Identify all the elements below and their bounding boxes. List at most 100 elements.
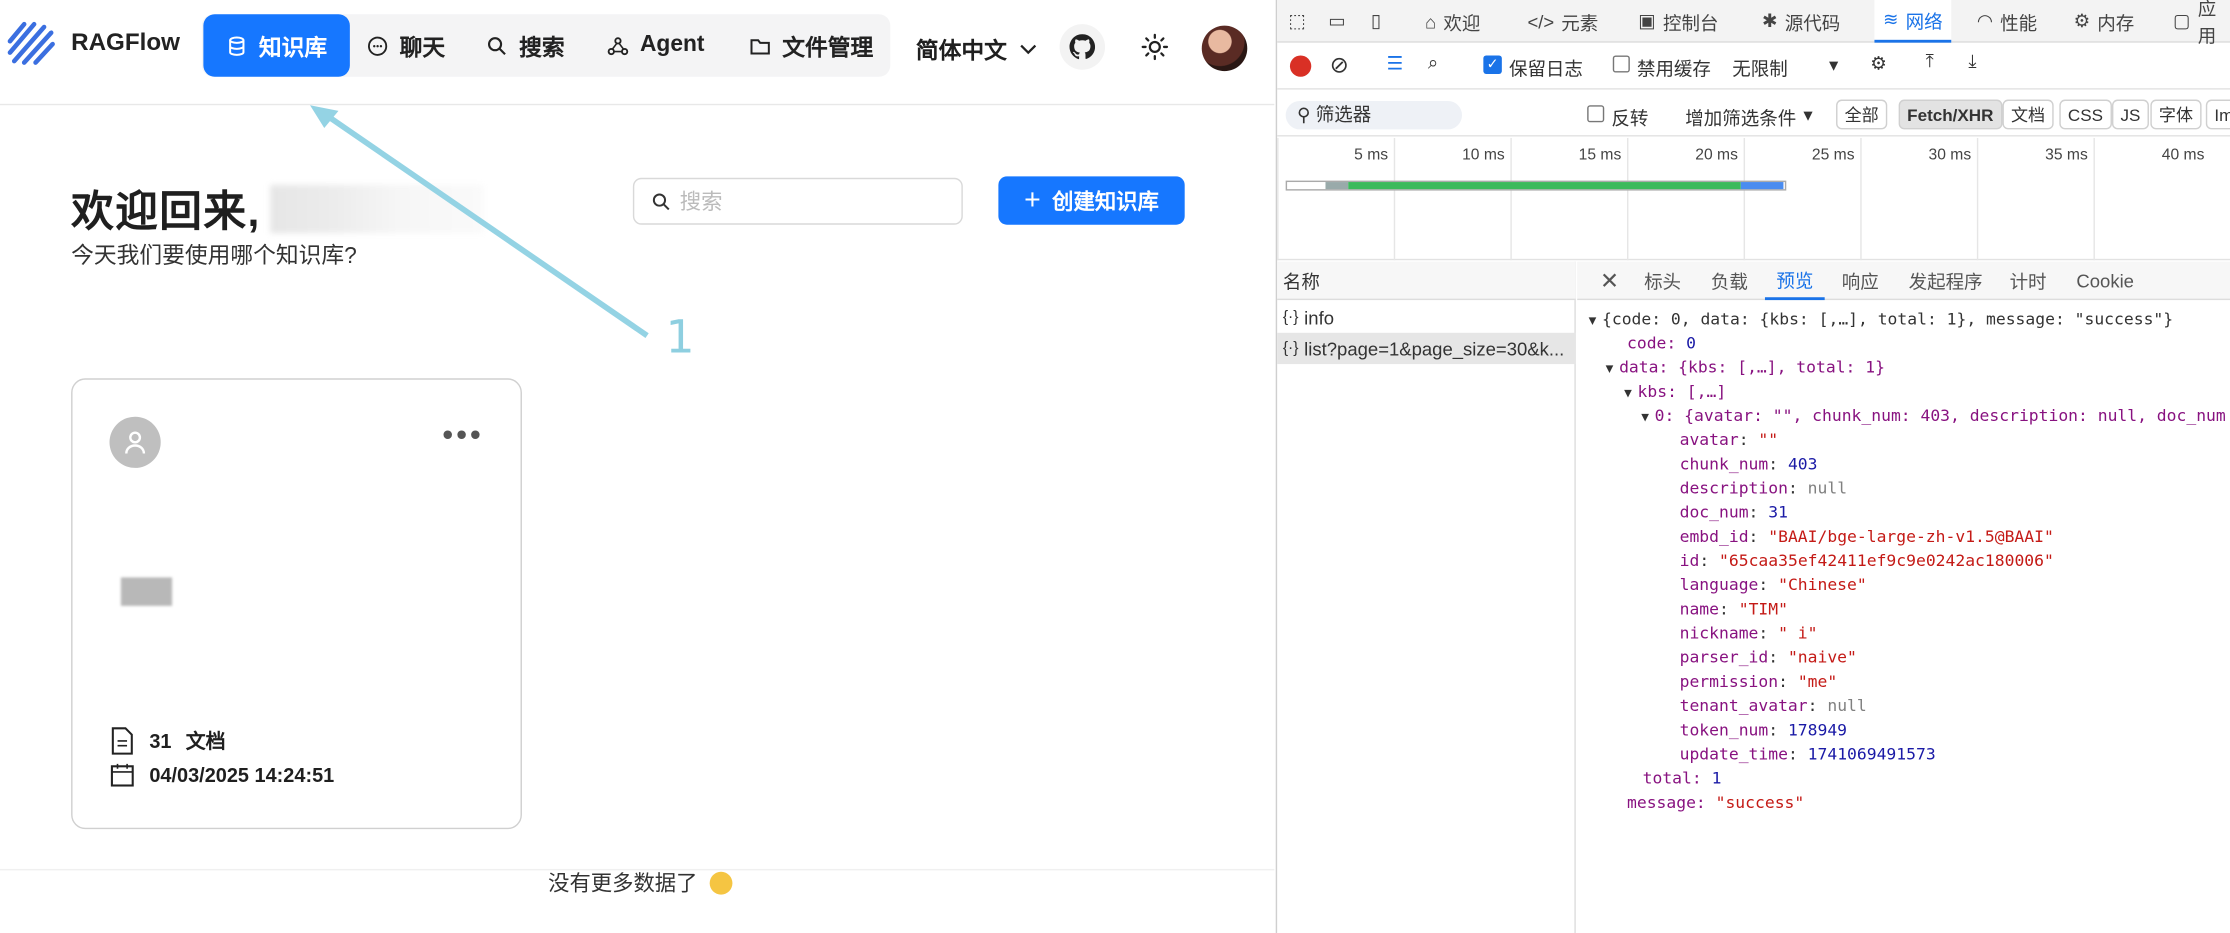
xhr-icon: {·} <box>1282 308 1299 326</box>
chip-font[interactable]: 字体 <box>2150 99 2202 130</box>
tab-sources[interactable]: ✱ 源代码 <box>1762 0 1840 43</box>
tab-console[interactable]: ▣ 控制台 <box>1638 0 1718 43</box>
throttle-select[interactable]: 无限制 <box>1732 54 1787 81</box>
json-field-update-time: update_time: 1741069491573 <box>1679 743 1936 764</box>
tab-headers[interactable]: 标头 <box>1644 262 1681 300</box>
json-code-line: code: 0 <box>1626 332 1696 353</box>
chevron-down-icon: ▾ <box>1803 103 1813 126</box>
timeline-tick: 20 ms <box>1626 137 1744 261</box>
preserve-log-label: 保留日志 <box>1508 58 1583 80</box>
tab-elements[interactable]: </> 元素 <box>1527 0 1598 43</box>
name-column-header: 名称 <box>1277 261 1576 301</box>
dock-icon[interactable]: ▯ <box>1371 0 1381 43</box>
chip-js[interactable]: JS <box>2111 99 2149 130</box>
tab-response[interactable]: 响应 <box>1842 262 1879 300</box>
code-icon: </> <box>1527 10 1555 32</box>
json-item-0-line[interactable]: ▼ 0: {avatar: "", chunk_num: 403, descrip… <box>1641 404 2226 428</box>
filter-bar: ⚲ 筛选器 反转 增加筛选条件 ▾ 全部 Fetch/XHR 文档 CSS JS… <box>1277 91 2230 137</box>
chip-img[interactable]: Im <box>2205 99 2230 130</box>
clear-icon[interactable]: ⊘ <box>1330 51 1349 79</box>
json-field-doc-num: doc_num: 31 <box>1679 502 1788 522</box>
annotation-1: 1 <box>665 310 695 365</box>
chip-all[interactable]: 全部 <box>1836 99 1888 130</box>
tab-label: 源代码 <box>1784 12 1841 34</box>
json-total-line: total: 1 <box>1642 767 1722 788</box>
tab-label: 控制台 <box>1662 12 1719 34</box>
tab-label: 应用 <box>2197 0 2217 47</box>
json-field-language: language: "Chinese" <box>1679 574 1867 595</box>
chip-doc[interactable]: 文档 <box>2002 99 2054 130</box>
json-field-embd-id: embd_id: "BAAI/bge-large-zh-v1.5@BAAI" <box>1679 526 2054 547</box>
request-bar-waiting <box>1325 182 1349 190</box>
detail-tabs: ✕ 标头 负载 预览 响应 发起程序 计时 Cookie <box>1577 261 2230 301</box>
tab-label: 网络 <box>1905 10 1943 32</box>
json-field-description: description: null <box>1679 477 1848 498</box>
request-name: info <box>1304 306 1335 328</box>
tab-welcome[interactable]: ⌂ 欢迎 <box>1425 0 1480 43</box>
disable-cache-label: 禁用缓存 <box>1636 58 1711 80</box>
tab-label: 元素 <box>1561 12 1599 34</box>
filter-toggle-icon[interactable]: ☰ <box>1387 53 1404 76</box>
tab-label: 性能 <box>2000 12 2038 34</box>
tab-performance[interactable]: ◠ 性能 <box>1977 0 2037 43</box>
wifi-icon: ≋ <box>1882 8 1899 30</box>
device-toggle-icon[interactable]: ▭ <box>1328 0 1345 43</box>
request-name: list?page=1&page_size=30&k... <box>1304 337 1565 360</box>
chip-css[interactable]: CSS <box>2059 99 2112 130</box>
upload-icon[interactable]: ⤒ <box>1926 50 1934 73</box>
timeline-tick: 25 ms <box>1743 137 1861 261</box>
filter-icon: ⚲ <box>1297 103 1316 126</box>
tab-initiator[interactable]: 发起程序 <box>1909 262 1983 300</box>
tab-timing[interactable]: 计时 <box>2010 262 2047 300</box>
tab-label: 欢迎 <box>1443 12 1481 34</box>
xhr-icon: {·} <box>1282 339 1299 357</box>
home-icon: ⌂ <box>1425 10 1437 32</box>
filter-input[interactable]: ⚲ 筛选器 <box>1285 100 1463 130</box>
request-row-selected[interactable]: {·} list?page=1&page_size=30&k... <box>1277 332 1576 365</box>
record-icon[interactable] <box>1289 55 1312 77</box>
timeline-tick: 35 ms <box>1976 137 2094 261</box>
preserve-log-checkbox[interactable]: ✓ <box>1483 55 1502 74</box>
gauge-icon: ◠ <box>1976 9 1993 32</box>
network-conditions-icon[interactable]: ⚙ <box>1870 53 1887 76</box>
tab-cookies[interactable]: Cookie <box>2076 262 2134 300</box>
json-field-id: id: "65caa35ef42411ef9c9e0242ac180006" <box>1679 550 2054 571</box>
request-bar-download <box>1740 182 1784 190</box>
console-icon: ▣ <box>1638 9 1656 32</box>
json-field-chunk-num: chunk_num: 403 <box>1679 453 1818 474</box>
timeline-tick: 30 ms <box>1860 137 1977 261</box>
search-icon[interactable]: ⌕ <box>1428 51 1438 74</box>
json-field-name: name: "TIM" <box>1679 598 1788 619</box>
tab-preview[interactable]: 预览 <box>1764 262 1825 301</box>
close-icon[interactable]: ✕ <box>1600 262 1619 300</box>
tab-network[interactable]: ≋ 网络 <box>1874 0 1952 43</box>
more-filters-dropdown[interactable]: 增加筛选条件 <box>1685 104 1796 131</box>
timeline-tick: 15 ms <box>1510 137 1627 261</box>
json-field-permission: permission: "me" <box>1679 671 1838 692</box>
timeline-tick: 5 ms <box>1277 137 1394 261</box>
json-field-parser-id: parser_id: "naive" <box>1679 647 1857 668</box>
app-icon: ▢ <box>2173 9 2191 32</box>
download-icon[interactable]: ⤓ <box>1968 50 1976 73</box>
chip-icon: ⚙ <box>2073 9 2091 32</box>
json-kbs-line[interactable]: ▼ kbs: [,…] <box>1624 380 1726 404</box>
tab-label: 内存 <box>2097 12 2135 34</box>
request-list: 名称 {·} info {·} list?page=1&page_size=30&k… <box>1277 261 1576 933</box>
json-field-nickname: nickname: " i" <box>1679 622 1818 643</box>
json-message-line: message: "success" <box>1626 792 1805 813</box>
json-field-token-num: token_num: 178949 <box>1679 719 1848 740</box>
tab-payload[interactable]: 负载 <box>1711 262 1748 300</box>
timeline-tick: 40 ms <box>2093 137 2210 261</box>
tab-application[interactable]: ▢ 应用 <box>2173 0 2230 47</box>
json-data-line[interactable]: ▼ data: {kbs: [,…], total: 1} <box>1606 356 1885 380</box>
inspect-icon[interactable]: ⬚ <box>1289 0 1306 43</box>
chip-fetch-xhr[interactable]: Fetch/XHR <box>1898 99 2003 130</box>
json-root-line[interactable]: ▼ {code: 0, data: {kbs: [,…], total: 1}, … <box>1589 307 2174 331</box>
response-preview-pane: ✕ 标头 负载 预览 响应 发起程序 计时 Cookie ▼ {code: 0, … <box>1577 261 2230 933</box>
request-row[interactable]: {·} info <box>1277 302 1576 333</box>
json-field-avatar: avatar: "" <box>1679 429 1779 450</box>
bug-icon: ✱ <box>1762 9 1778 32</box>
invert-checkbox[interactable] <box>1587 105 1605 123</box>
disable-cache-checkbox[interactable] <box>1612 55 1630 73</box>
tab-memory[interactable]: ⚙ 内存 <box>2074 0 2135 43</box>
